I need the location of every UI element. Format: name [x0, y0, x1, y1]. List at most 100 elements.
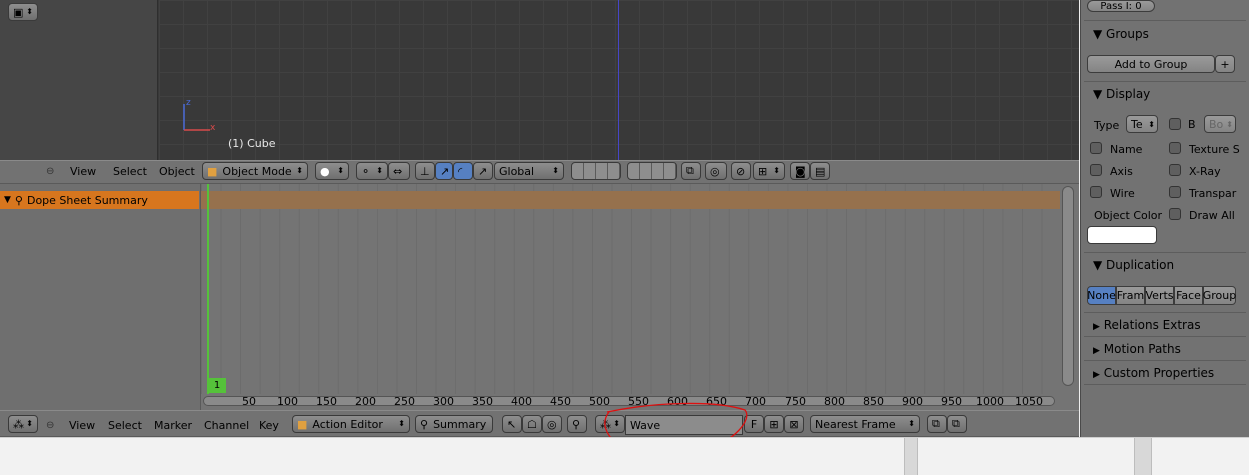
summary-keyframe-row[interactable]	[201, 191, 1060, 209]
wire-checkbox[interactable]	[1090, 186, 1102, 198]
menu-key[interactable]: Key	[259, 419, 279, 432]
display-type-dropdown[interactable]: Te ⬍	[1126, 115, 1158, 133]
unlink-action-button[interactable]: ⊠	[784, 415, 804, 433]
duplication-frames-button[interactable]: Fram	[1116, 286, 1145, 305]
lock-layers-button[interactable]: ⧉	[681, 162, 701, 180]
updown-arrows-icon: ⬍	[1148, 119, 1155, 129]
current-frame-badge[interactable]: 1	[208, 378, 226, 393]
menu-select[interactable]: Select	[113, 165, 147, 178]
groups-panel-header[interactable]: ▼ Groups	[1093, 27, 1149, 41]
xray-checkbox[interactable]	[1169, 164, 1181, 176]
tool-shelf[interactable]	[0, 0, 158, 160]
frame-tick-label: 150	[316, 395, 337, 408]
bounds-type-dropdown[interactable]: Bo ⬍	[1204, 115, 1236, 133]
dopesheet-summary-channel[interactable]: ▼ ⚲ Dope Sheet Summary	[0, 191, 199, 209]
menu-view[interactable]: View	[69, 419, 95, 432]
proportional-edit-button[interactable]: ◎	[705, 162, 727, 180]
auto-snap-dropdown[interactable]: Nearest Frame ⬍	[810, 415, 920, 433]
show-hidden-button[interactable]: ☖	[522, 415, 542, 433]
shading-dropdown[interactable]: ● ⬍	[315, 162, 349, 180]
search-filter-button[interactable]: ⚲	[567, 415, 587, 433]
mode-dropdown[interactable]: ■ Object Mode ⬍	[202, 162, 308, 180]
collapse-menu-icon[interactable]: ⊖	[46, 166, 54, 177]
menu-channel[interactable]: Channel	[204, 419, 249, 432]
pivot-dropdown[interactable]: ⚬ ⬍	[356, 162, 388, 180]
copy-icon: ⧉	[932, 417, 940, 430]
paste-keyframes-button[interactable]: ⧉	[947, 415, 967, 433]
cube-editor-icon: ▣	[13, 5, 24, 19]
active-object-label: (1) Cube	[228, 137, 276, 150]
search-icon: ⚲	[572, 417, 581, 431]
panel-divider	[1084, 336, 1246, 337]
panel-divider	[1084, 20, 1246, 21]
plus-icon[interactable]: +	[1215, 55, 1235, 73]
menu-marker[interactable]: Marker	[154, 419, 192, 432]
menu-select[interactable]: Select	[108, 419, 142, 432]
updown-arrows-icon: ⬍	[296, 166, 303, 175]
show-errors-button[interactable]: ◎	[542, 415, 562, 433]
collapse-menu-icon[interactable]: ⊖	[46, 420, 54, 431]
wire-label: Wire	[1110, 187, 1135, 200]
panel-divider	[1084, 360, 1246, 361]
viewport-grid	[159, 0, 1079, 160]
rotate-manipulator-button[interactable]: ◜	[453, 162, 473, 180]
window-bottom-strip	[0, 437, 1249, 475]
duplication-group-button[interactable]: Group	[1203, 286, 1236, 305]
render-opengl-button[interactable]: ◙	[790, 162, 810, 180]
cube-icon: ■	[207, 164, 218, 178]
channel-region[interactable]	[0, 184, 201, 410]
render-animation-button[interactable]: ▤	[810, 162, 830, 180]
transparency-checkbox[interactable]	[1169, 186, 1181, 198]
scale-manipulator-button[interactable]: ↗	[473, 162, 493, 180]
summary-toggle[interactable]: ⚲ Summary	[415, 415, 493, 433]
frame-tick-label: 400	[511, 395, 532, 408]
axis-checkbox[interactable]	[1090, 164, 1102, 176]
texture-space-checkbox[interactable]	[1169, 142, 1181, 154]
transform-manipulator-toggle[interactable]: ⊥	[415, 162, 435, 180]
current-frame-line[interactable]	[207, 184, 209, 394]
copy-keyframes-button[interactable]: ⧉	[927, 415, 947, 433]
display-panel-header[interactable]: ▼ Display	[1093, 87, 1150, 101]
menu-view[interactable]: View	[70, 165, 96, 178]
frame-tick-label: 50	[242, 395, 256, 408]
editor-type-button[interactable]: ▣ ⬍	[8, 3, 38, 21]
layers-block-1[interactable]	[571, 162, 621, 180]
editor-type-button[interactable]: ⁂ ⬍	[8, 415, 38, 433]
close-icon: ⊠	[789, 417, 799, 431]
camera-icon: ◙	[795, 164, 806, 178]
updown-arrows-icon: ⬍	[552, 166, 559, 175]
custom-properties-panel-header[interactable]: ▶ Custom Properties	[1093, 366, 1214, 380]
translate-manipulator-button[interactable]: ↗	[435, 162, 453, 180]
frame-tick-label: 100	[277, 395, 298, 408]
add-to-group-button[interactable]: Add to Group	[1087, 55, 1215, 73]
bounds-label: B	[1188, 118, 1196, 131]
paste-icon: ⧉	[952, 417, 960, 430]
menu-object[interactable]: Object	[159, 165, 195, 178]
object-color-swatch[interactable]	[1087, 226, 1157, 244]
snap-element-dropdown[interactable]: ⊞ ⬍	[753, 162, 785, 180]
bounds-value: Bo	[1209, 117, 1224, 131]
timeline-grid	[201, 184, 1060, 394]
bounds-checkbox[interactable]	[1169, 118, 1181, 130]
xray-label: X-Ray	[1189, 165, 1221, 178]
orientation-dropdown[interactable]: Global ⬍	[494, 162, 564, 180]
vertical-scrollbar[interactable]	[1062, 186, 1074, 386]
layers-block-2[interactable]	[627, 162, 677, 180]
name-checkbox[interactable]	[1090, 142, 1102, 154]
expand-triangle-icon[interactable]: ▼	[4, 195, 11, 205]
snap-toggle-button[interactable]: ⊘	[731, 162, 751, 180]
frame-tick-label: 800	[824, 395, 845, 408]
manipulator-center-button[interactable]: ⇔	[388, 162, 410, 180]
duplication-verts-button[interactable]: Verts	[1145, 286, 1174, 305]
display-title: Display	[1106, 87, 1151, 101]
new-action-button[interactable]: ⊞	[764, 415, 784, 433]
duplication-panel-header[interactable]: ▼ Duplication	[1093, 258, 1174, 272]
relations-extras-panel-header[interactable]: ▶ Relations Extras	[1093, 318, 1201, 332]
duplication-faces-button[interactable]: Face	[1174, 286, 1203, 305]
only-selected-button[interactable]: ↖	[502, 415, 522, 433]
pass-index-field[interactable]: Pass I: 0	[1087, 0, 1155, 12]
draw-all-checkbox[interactable]	[1169, 208, 1181, 220]
duplication-none-button[interactable]: None	[1087, 286, 1116, 305]
dopesheet-mode-dropdown[interactable]: ■ Action Editor ⬍	[292, 415, 410, 433]
motion-paths-panel-header[interactable]: ▶ Motion Paths	[1093, 342, 1181, 356]
